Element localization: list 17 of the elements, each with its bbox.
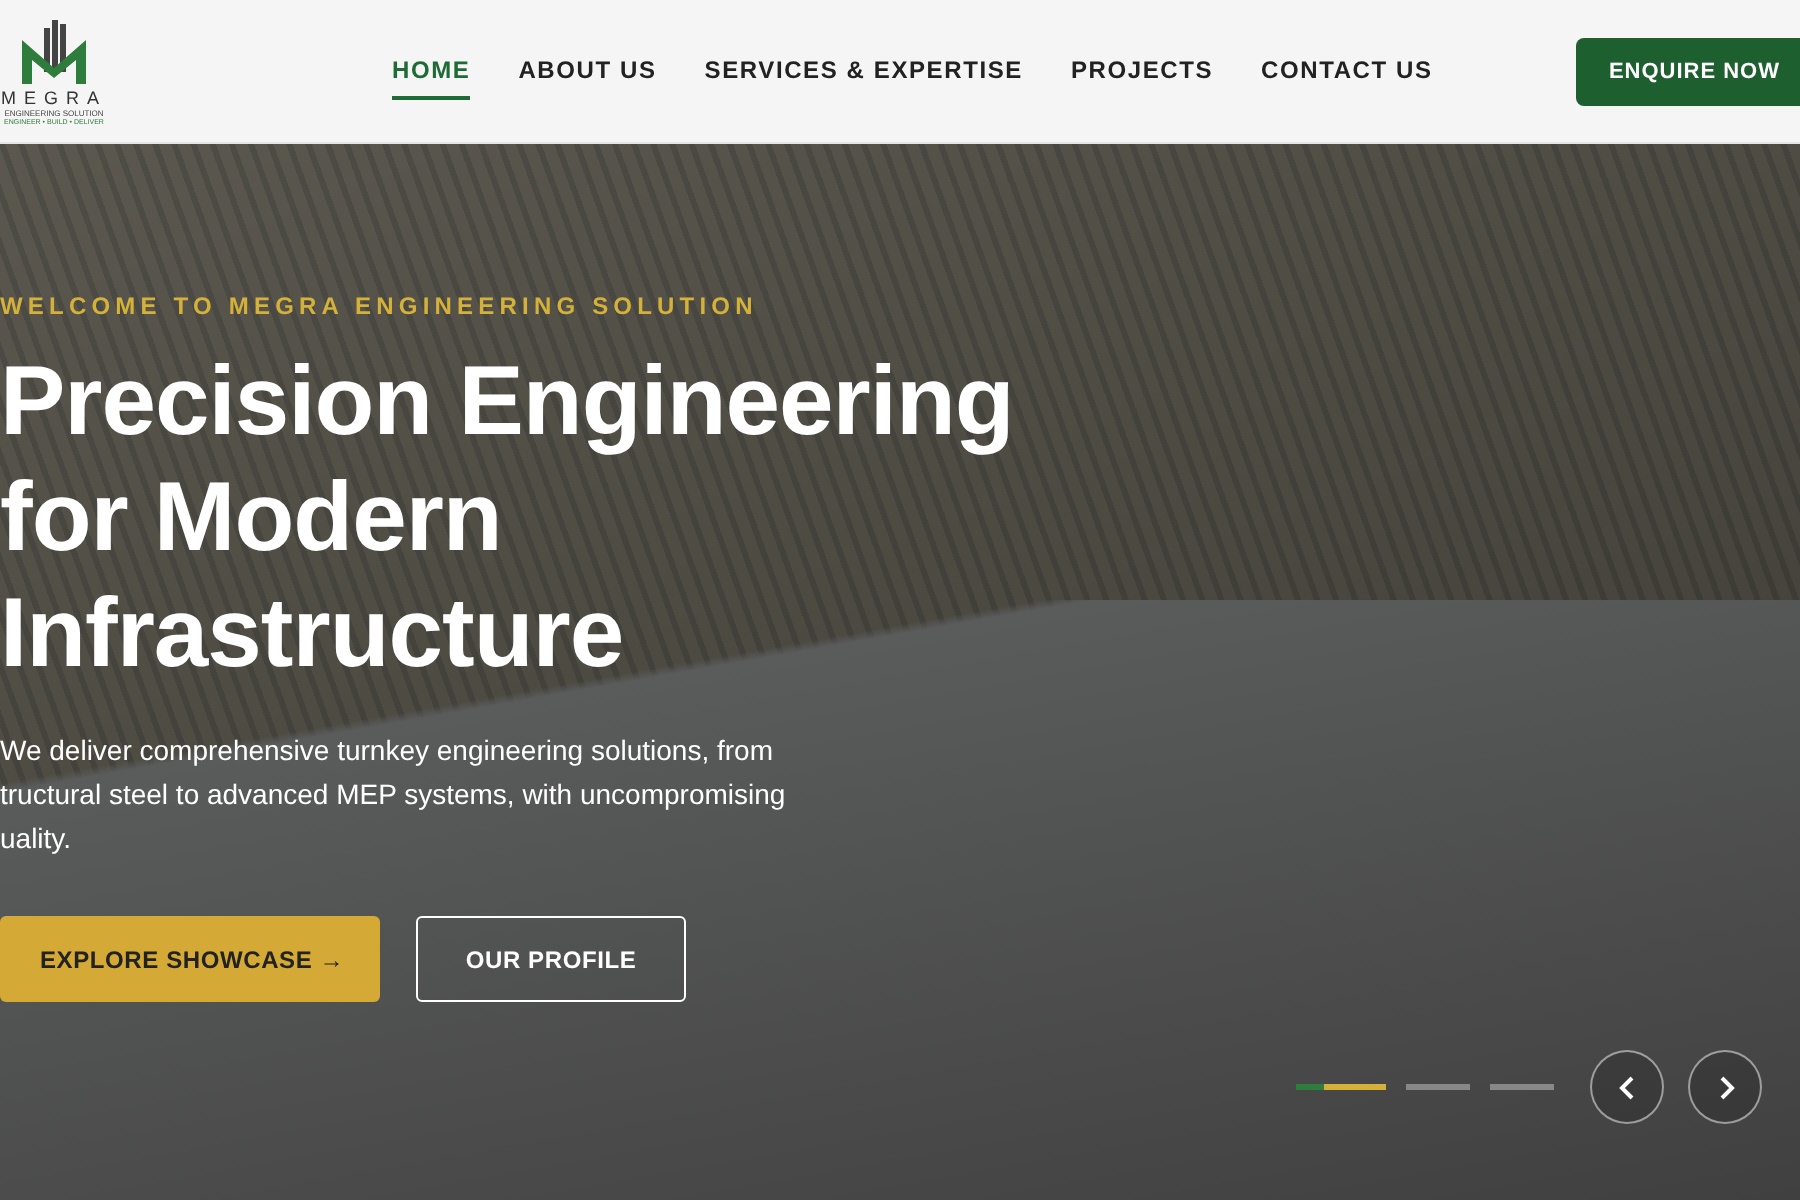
nav-link[interactable]: CONTACT US xyxy=(1261,43,1433,99)
nav-link[interactable]: SERVICES & EXPERTISE xyxy=(704,43,1023,99)
next-button[interactable] xyxy=(1688,1050,1762,1124)
previous-button[interactable] xyxy=(1590,1050,1664,1124)
hero-description: We deliver comprehensive turnkey engineering solutions, from tructural steel to advanced MEP systems, with uncompromising uality. xyxy=(0,732,788,858)
slide-indicator[interactable] xyxy=(1296,1084,1386,1090)
nav-link[interactable]: PROJECTS xyxy=(1070,43,1214,99)
eyebrow-text: WELCOME TO MEGRA ENGINEERING SOLUTION xyxy=(0,292,760,320)
enquire-button[interactable]: ENQUIRE NOW xyxy=(1576,37,1800,105)
chevron-left-icon xyxy=(1617,1073,1637,1101)
our-profile-button[interactable]: OUR PROFILE xyxy=(416,916,686,1002)
explore-showcase-button[interactable]: EXPLORE SHOWCASE → xyxy=(0,916,380,1002)
headline: Precision Engineering for Modern Infrastructure xyxy=(0,346,1016,692)
nav-link[interactable]: ABOUT US xyxy=(518,43,657,99)
logo-name: MEGRA xyxy=(0,87,107,107)
nav-link[interactable]: HOME xyxy=(392,43,471,99)
chevron-right-icon xyxy=(1715,1073,1735,1101)
